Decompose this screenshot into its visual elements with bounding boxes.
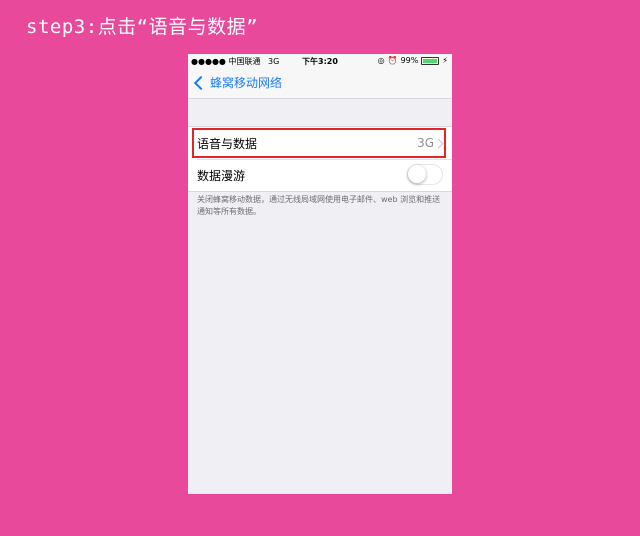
battery-fill	[423, 58, 438, 63]
chevron-left-icon	[193, 75, 209, 90]
charging-icon: ⚡	[442, 56, 448, 65]
settings-group: 语音与数据 3G 数据漫游	[188, 126, 452, 192]
back-button[interactable]: 蜂窝移动网络	[192, 74, 282, 91]
phone-screen: ●●●●● 中国联通 3G 下午3:20 ◎ ⏰ 99% ⚡ 蜂窝移动网络 语音…	[188, 54, 452, 494]
row-value: 3G	[417, 136, 434, 150]
navigation-bar: 蜂窝移动网络	[188, 68, 452, 99]
chevron-right-icon	[433, 138, 444, 149]
toggle-knob	[408, 165, 426, 183]
alarm-icon: ⏰	[387, 56, 398, 65]
data-roaming-row: 数据漫游	[188, 159, 452, 191]
step-caption: step3:点击“语音与数据”	[26, 16, 259, 38]
back-label: 蜂窝移动网络	[210, 76, 283, 90]
row-label: 数据漫游	[197, 168, 246, 183]
data-roaming-toggle[interactable]	[407, 164, 443, 185]
status-right: ◎ ⏰ 99% ⚡	[378, 56, 448, 65]
battery-percent: 99%	[400, 56, 419, 65]
battery-icon	[421, 56, 440, 65]
row-label: 语音与数据	[197, 136, 258, 151]
footer-note: 关闭蜂窝移动数据，通过无线局域网使用电子邮件、web 浏览和推送通知等所有数据。	[197, 195, 441, 216]
location-icon: ◎	[377, 56, 385, 65]
voice-and-data-row[interactable]: 语音与数据 3G	[188, 127, 452, 159]
status-bar: ●●●●● 中国联通 3G 下午3:20 ◎ ⏰ 99% ⚡	[188, 54, 452, 68]
